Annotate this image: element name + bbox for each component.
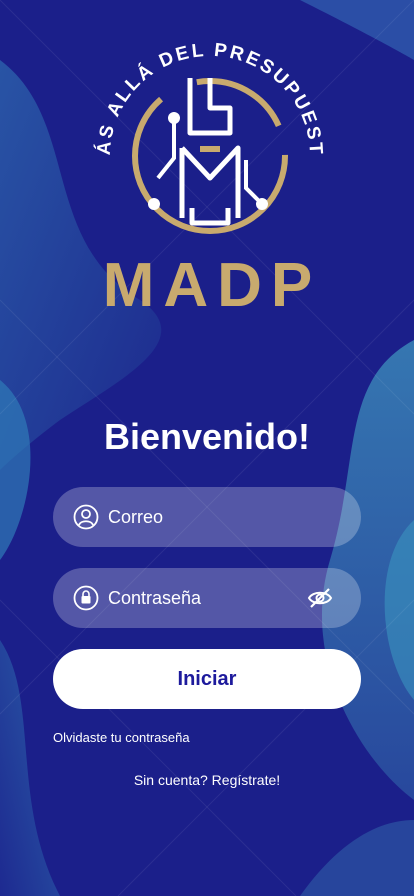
lock-icon: [73, 585, 99, 611]
madp-logo: MÁS ALLÁ DEL PRESUPUESTO: [82, 28, 326, 234]
brand-name: MADP: [102, 251, 322, 320]
welcome-heading: Bienvenido!: [103, 416, 310, 457]
eye-off-icon[interactable]: [307, 586, 333, 610]
signup-link[interactable]: Sin cuenta? Regístrate!: [0, 772, 414, 788]
logo-tagline: MÁS ALLÁ DEL PRESUPUESTO: [82, 28, 324, 157]
email-field[interactable]: [53, 487, 361, 547]
user-icon: [73, 504, 99, 530]
forgot-password-link[interactable]: Olvidaste tu contraseña: [53, 730, 190, 745]
login-button[interactable]: Iniciar: [53, 649, 361, 709]
password-input[interactable]: [108, 568, 328, 628]
email-input[interactable]: [108, 487, 328, 547]
password-field[interactable]: [53, 568, 361, 628]
svg-text:MÁS ALLÁ DEL PRESUPUESTO: MÁS ALLÁ DEL PRESUPUESTO: [82, 28, 326, 157]
